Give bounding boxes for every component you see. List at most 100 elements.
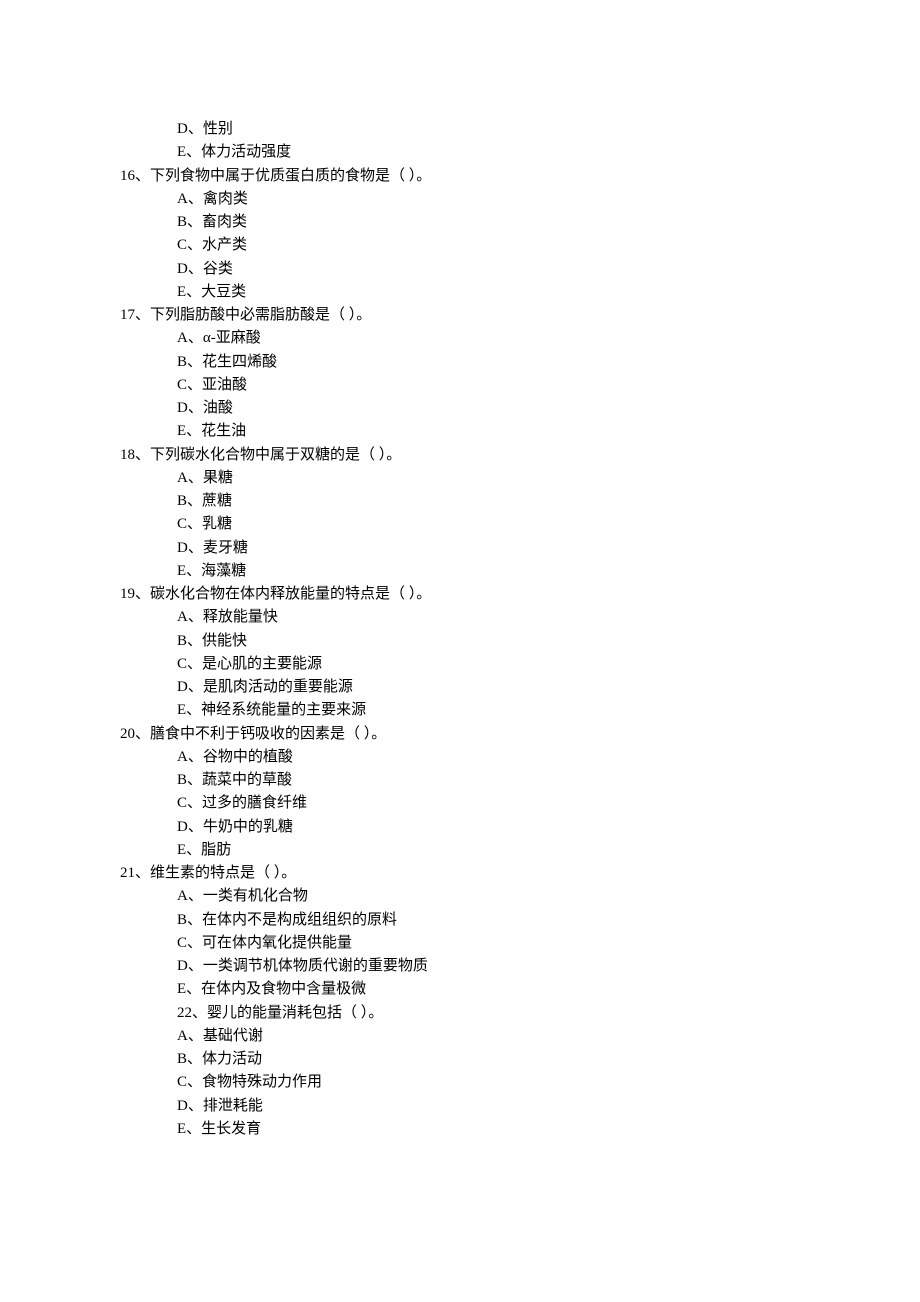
option-text: 体力活动强度	[201, 141, 291, 164]
option-key: B、	[177, 909, 202, 932]
option-text: 排泄耗能	[203, 1095, 263, 1118]
option-row: E、 生长发育	[120, 1118, 920, 1141]
question-21: 21、 维生素的特点是 （ ）。	[120, 862, 920, 885]
option-row: B、 蔬菜中的草酸	[120, 769, 920, 792]
question-number: 16、	[120, 165, 150, 188]
option-text: 是心肌的主要能源	[202, 653, 322, 676]
option-row: C、 乳糖	[120, 513, 920, 536]
option-text: 油酸	[203, 397, 233, 420]
option-text: 释放能量快	[203, 606, 278, 629]
option-text: α-亚麻酸	[203, 327, 261, 350]
option-key: B、	[177, 490, 202, 513]
option-key: C、	[177, 792, 202, 815]
question-number: 17、	[120, 304, 150, 327]
option-key: A、	[177, 606, 203, 629]
option-key: A、	[177, 188, 203, 211]
option-text: 在体内及食物中含量极微	[201, 978, 366, 1001]
question-stem: 婴儿的能量消耗包括	[207, 1002, 342, 1025]
option-key: E、	[177, 560, 201, 583]
option-key: D、	[177, 118, 203, 141]
question-stem: 膳食中不利于钙吸收的因素是	[150, 723, 345, 746]
option-row: B、 在体内不是构成组组织的原料	[120, 909, 920, 932]
option-key: C、	[177, 374, 202, 397]
option-text: 在体内不是构成组组织的原料	[202, 909, 397, 932]
option-text: 一类调节机体物质代谢的重要物质	[203, 955, 428, 978]
option-key: B、	[177, 351, 202, 374]
option-row: A、 果糖	[120, 467, 920, 490]
option-row: A、 谷物中的植酸	[120, 746, 920, 769]
option-text: 过多的膳食纤维	[202, 792, 307, 815]
option-text: 花生油	[201, 420, 246, 443]
option-text: 大豆类	[201, 281, 246, 304]
option-text: 畜肉类	[202, 211, 247, 234]
option-key: E、	[177, 699, 201, 722]
option-row: B、 蔗糖	[120, 490, 920, 513]
option-key: B、	[177, 1048, 202, 1071]
option-text: 禽肉类	[203, 188, 248, 211]
option-row: A、 释放能量快	[120, 606, 920, 629]
option-text: 谷物中的植酸	[203, 746, 293, 769]
option-key: A、	[177, 327, 203, 350]
option-text: 体力活动	[202, 1048, 262, 1071]
option-row: A、 α-亚麻酸	[120, 327, 920, 350]
option-row: B、 畜肉类	[120, 211, 920, 234]
option-key: E、	[177, 978, 201, 1001]
question-number: 20、	[120, 723, 150, 746]
option-row: A、 一类有机化合物	[120, 885, 920, 908]
option-row: A、 禽肉类	[120, 188, 920, 211]
option-key: E、	[177, 839, 201, 862]
option-row: D、 牛奶中的乳糖	[120, 816, 920, 839]
option-row: C、 食物特殊动力作用	[120, 1071, 920, 1094]
option-key: D、	[177, 1095, 203, 1118]
option-text: 亚油酸	[202, 374, 247, 397]
option-row: B、 体力活动	[120, 1048, 920, 1071]
answer-blank: （ ）。	[255, 862, 296, 885]
option-text: 脂肪	[201, 839, 231, 862]
option-row: C、 过多的膳食纤维	[120, 792, 920, 815]
option-text: 是肌肉活动的重要能源	[203, 676, 353, 699]
option-text: 水产类	[202, 234, 247, 257]
option-row: C、 水产类	[120, 234, 920, 257]
option-row: D、 是肌肉活动的重要能源	[120, 676, 920, 699]
option-text: 花生四烯酸	[202, 351, 277, 374]
option-key: C、	[177, 932, 202, 955]
question-stem: 维生素的特点是	[150, 862, 255, 885]
option-text: 乳糖	[202, 513, 232, 536]
option-key: C、	[177, 653, 202, 676]
option-key: C、	[177, 513, 202, 536]
answer-blank: （ ）。	[330, 304, 371, 327]
option-key: D、	[177, 955, 203, 978]
option-key: D、	[177, 397, 203, 420]
option-text: 谷类	[203, 258, 233, 281]
answer-blank: （ ）。	[360, 444, 401, 467]
option-key: C、	[177, 234, 202, 257]
option-key: A、	[177, 746, 203, 769]
option-key: B、	[177, 769, 202, 792]
option-key: A、	[177, 885, 203, 908]
option-text: 生长发育	[201, 1118, 261, 1141]
option-text: 可在体内氧化提供能量	[202, 932, 352, 955]
question-stem: 下列食物中属于优质蛋白质的食物是	[150, 165, 390, 188]
option-row: E、 大豆类	[120, 281, 920, 304]
option-row: B、 供能快	[120, 630, 920, 653]
option-row: D、 油酸	[120, 397, 920, 420]
option-text: 神经系统能量的主要来源	[201, 699, 366, 722]
option-row: E、 在体内及食物中含量极微	[120, 978, 920, 1001]
option-text: 一类有机化合物	[203, 885, 308, 908]
option-row: E、 海藻糖	[120, 560, 920, 583]
option-key: B、	[177, 630, 202, 653]
question-20: 20、 膳食中不利于钙吸收的因素是 （ ）。	[120, 723, 920, 746]
option-row: B、 花生四烯酸	[120, 351, 920, 374]
option-text: 蔬菜中的草酸	[202, 769, 292, 792]
option-key: E、	[177, 141, 201, 164]
option-key: E、	[177, 281, 201, 304]
option-row: C、 是心肌的主要能源	[120, 653, 920, 676]
option-text: 基础代谢	[203, 1025, 263, 1048]
option-row: C、 可在体内氧化提供能量	[120, 932, 920, 955]
option-key: E、	[177, 420, 201, 443]
question-stem: 下列碳水化合物中属于双糖的是	[150, 444, 360, 467]
option-row: E、 脂肪	[120, 839, 920, 862]
question-22: 22、 婴儿的能量消耗包括 （ ）。	[120, 1002, 920, 1025]
option-row: D、 一类调节机体物质代谢的重要物质	[120, 955, 920, 978]
option-key: D、	[177, 676, 203, 699]
